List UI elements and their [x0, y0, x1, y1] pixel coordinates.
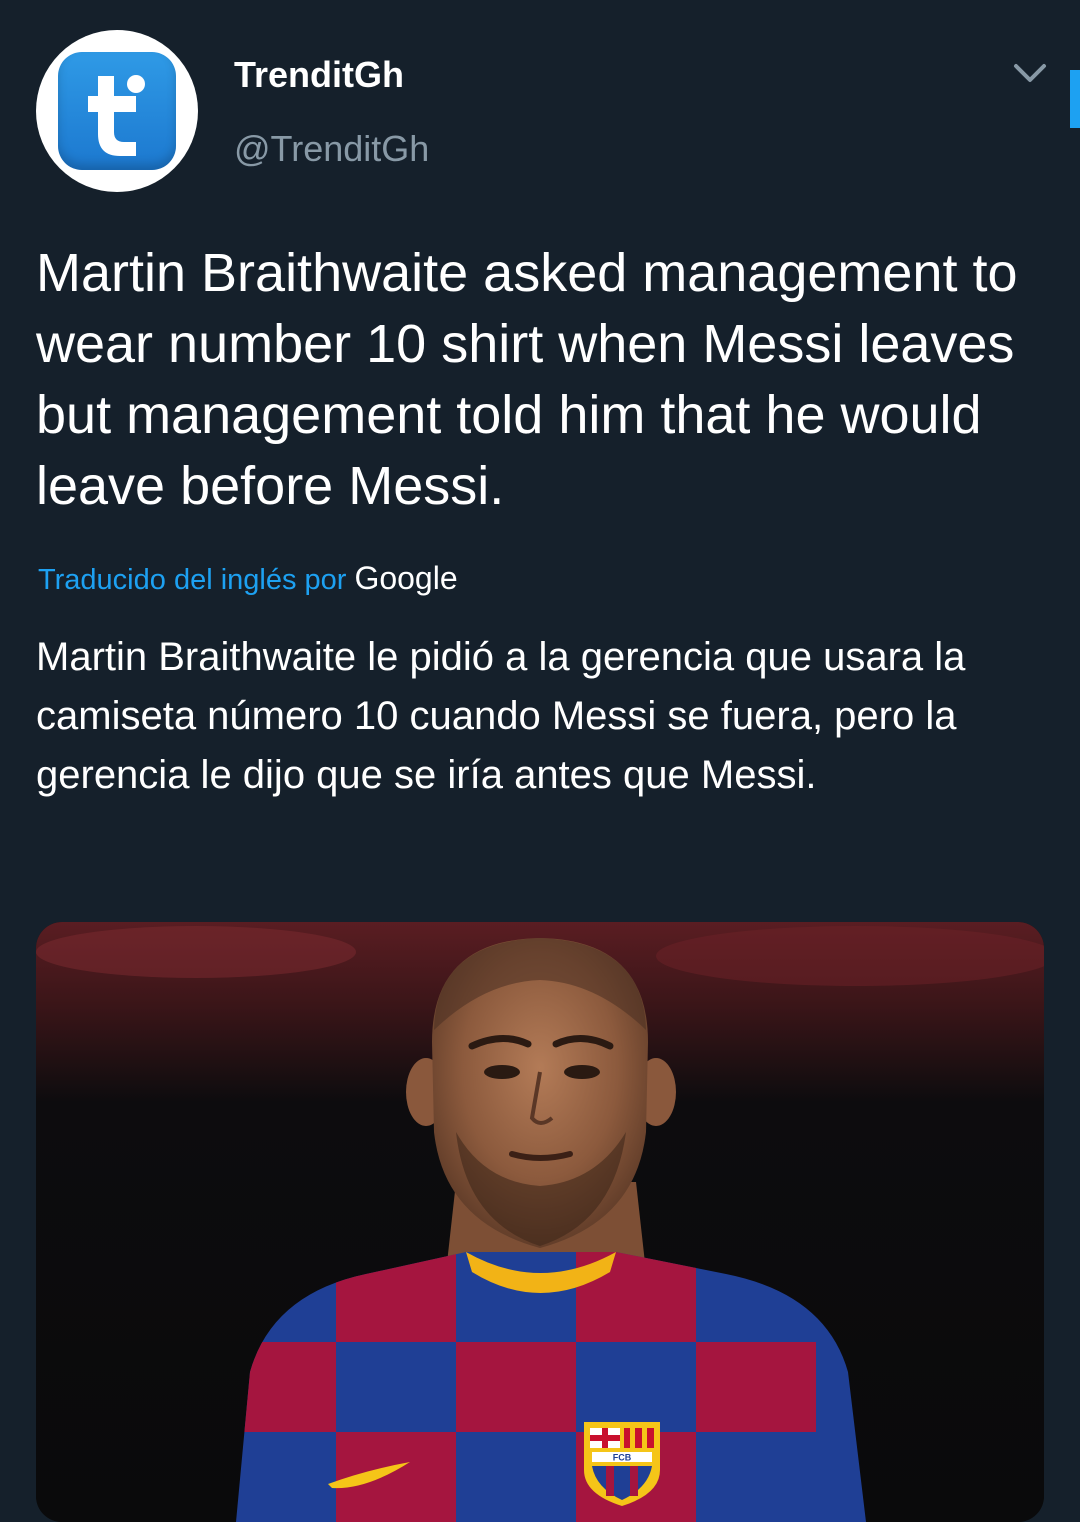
- avatar[interactable]: [36, 30, 198, 192]
- trenditgh-logo-icon: [58, 52, 176, 170]
- tweet: TrenditGh @TrenditGh Martin Braithwaite …: [0, 0, 1080, 1522]
- crest-text: FCB: [613, 1453, 632, 1463]
- translation-attribution[interactable]: Traducido del inglés por Google: [38, 560, 458, 597]
- display-name[interactable]: TrenditGh: [234, 54, 429, 100]
- translated-text: Martin Braithwaite le pidió a la gerenci…: [36, 635, 966, 797]
- tweet-media-photo[interactable]: FCB: [36, 922, 1044, 1522]
- translation-label: Traducido del inglés por: [38, 564, 347, 596]
- author-info: TrenditGh @TrenditGh: [234, 54, 429, 170]
- edge-accent: [1070, 70, 1080, 128]
- tweet-text: Martin Braithwaite asked management to w…: [36, 243, 1018, 516]
- handle[interactable]: @TrenditGh: [234, 128, 429, 170]
- google-wordmark: Google: [354, 560, 458, 596]
- chevron-down-icon[interactable]: [1010, 58, 1050, 90]
